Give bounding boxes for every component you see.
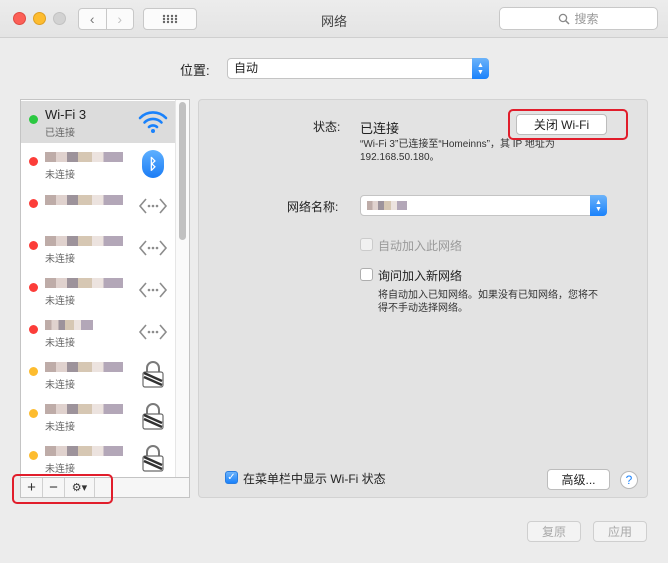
bluetooth-icon: ᛒ xyxy=(138,149,168,179)
search-placeholder: 搜索 xyxy=(574,12,599,26)
status-dot xyxy=(29,409,38,418)
status-dot xyxy=(29,115,38,124)
network-name-label: 网络名称: xyxy=(287,200,339,214)
ask-join-checkbox[interactable] xyxy=(360,268,373,281)
location-label: 位置: xyxy=(180,63,210,78)
status-dot xyxy=(29,325,38,334)
network-name-obscured xyxy=(367,201,407,210)
service-status: 未连接 xyxy=(45,464,75,475)
ask-join-description-line-2: 得不手动选择网络。 xyxy=(378,303,468,314)
list-item[interactable]: 未连接 xyxy=(21,227,176,269)
status-description: “Wi-Fi 3”已连接至“Homeinns”，其 IP 地址为 192.168… xyxy=(360,138,630,164)
status-dot xyxy=(29,199,38,208)
service-name: Wi-Fi 3 xyxy=(45,107,87,122)
lock-icon xyxy=(138,401,168,431)
auto-join-label: 自动加入此网络 xyxy=(378,239,463,253)
ethernet-icon xyxy=(138,191,168,221)
highlight-box xyxy=(508,109,628,140)
revert-button[interactable]: 复原 xyxy=(527,521,581,542)
network-service-list: Wi-Fi 3 已连接 未连接 ᛒ 未连接 未连接 未连接 未连接 未连接 未连… xyxy=(20,99,190,498)
list-item[interactable]: 未连接 xyxy=(21,437,176,479)
service-name-obscured xyxy=(45,278,123,288)
scroll-thumb[interactable] xyxy=(179,102,186,240)
service-name-obscured xyxy=(45,236,123,246)
status-description-line-2: 192.168.50.180。 xyxy=(360,152,440,163)
service-name-obscured xyxy=(45,195,123,205)
service-status: 未连接 xyxy=(45,380,75,391)
ask-join-label: 询问加入新网络 xyxy=(378,269,463,283)
status-dot xyxy=(29,451,38,460)
ethernet-icon xyxy=(138,275,168,305)
show-wifi-in-menubar-checkbox[interactable]: ✓ xyxy=(225,471,238,484)
ethernet-icon xyxy=(138,317,168,347)
list-item[interactable]: 未连接 ᛒ xyxy=(21,143,176,185)
service-name-obscured xyxy=(45,320,93,330)
location-popup[interactable]: 自动 ▲ ▼ xyxy=(227,58,489,79)
status-dot xyxy=(29,157,38,166)
advanced-button[interactable]: 高级... xyxy=(547,469,610,490)
list-item[interactable] xyxy=(21,185,176,227)
help-button[interactable]: ? xyxy=(620,471,638,489)
title-bar: ‹ › 网络 搜索 xyxy=(0,0,668,38)
ask-join-description-line-1: 将自动加入已知网络。如果没有已知网络，您将不 xyxy=(378,290,598,301)
show-wifi-in-menubar-label: 在菜单栏中显示 Wi-Fi 状态 xyxy=(243,472,386,486)
status-value: 已连接 xyxy=(360,121,400,136)
service-status: 未连接 xyxy=(45,170,75,181)
service-name-obscured xyxy=(45,362,123,372)
service-status: 未连接 xyxy=(45,296,75,307)
ask-join-description: 将自动加入已知网络。如果没有已知网络，您将不 得不手动选择网络。 xyxy=(378,289,628,315)
list-item[interactable]: 未连接 xyxy=(21,311,176,353)
lock-icon xyxy=(138,359,168,389)
service-status: 未连接 xyxy=(45,422,75,433)
list-item[interactable]: 未连接 xyxy=(21,395,176,437)
list-item[interactable]: 未连接 xyxy=(21,353,176,395)
status-dot xyxy=(29,367,38,376)
ethernet-icon xyxy=(138,233,168,263)
service-status: 未连接 xyxy=(45,338,75,349)
highlight-box xyxy=(12,474,113,504)
location-value: 自动 xyxy=(234,61,259,75)
detail-panel: 状态: 已连接 关闭 Wi-Fi “Wi-Fi 3”已连接至“Homeinns”… xyxy=(198,99,648,498)
status-dot xyxy=(29,283,38,292)
wifi-icon xyxy=(138,107,168,137)
popup-arrows-icon: ▲ ▼ xyxy=(472,58,489,79)
status-label: 状态: xyxy=(313,120,341,134)
service-status: 未连接 xyxy=(45,254,75,265)
service-name-obscured xyxy=(45,446,123,456)
service-status: 已连接 xyxy=(45,128,75,139)
list-item[interactable]: 未连接 xyxy=(21,269,176,311)
service-name-obscured xyxy=(45,152,123,162)
lock-icon xyxy=(138,443,168,473)
apply-button[interactable]: 应用 xyxy=(593,521,647,542)
auto-join-checkbox[interactable] xyxy=(360,238,373,251)
service-name-obscured xyxy=(45,404,123,414)
popup-arrows-icon: ▲ ▼ xyxy=(590,195,607,216)
list-scrollbar[interactable] xyxy=(175,100,189,478)
list-item[interactable]: Wi-Fi 3 已连接 xyxy=(21,101,176,143)
network-name-popup[interactable]: ▲ ▼ xyxy=(360,195,607,216)
search-icon xyxy=(559,13,571,25)
status-dot xyxy=(29,241,38,250)
search-input[interactable]: 搜索 xyxy=(499,7,658,30)
